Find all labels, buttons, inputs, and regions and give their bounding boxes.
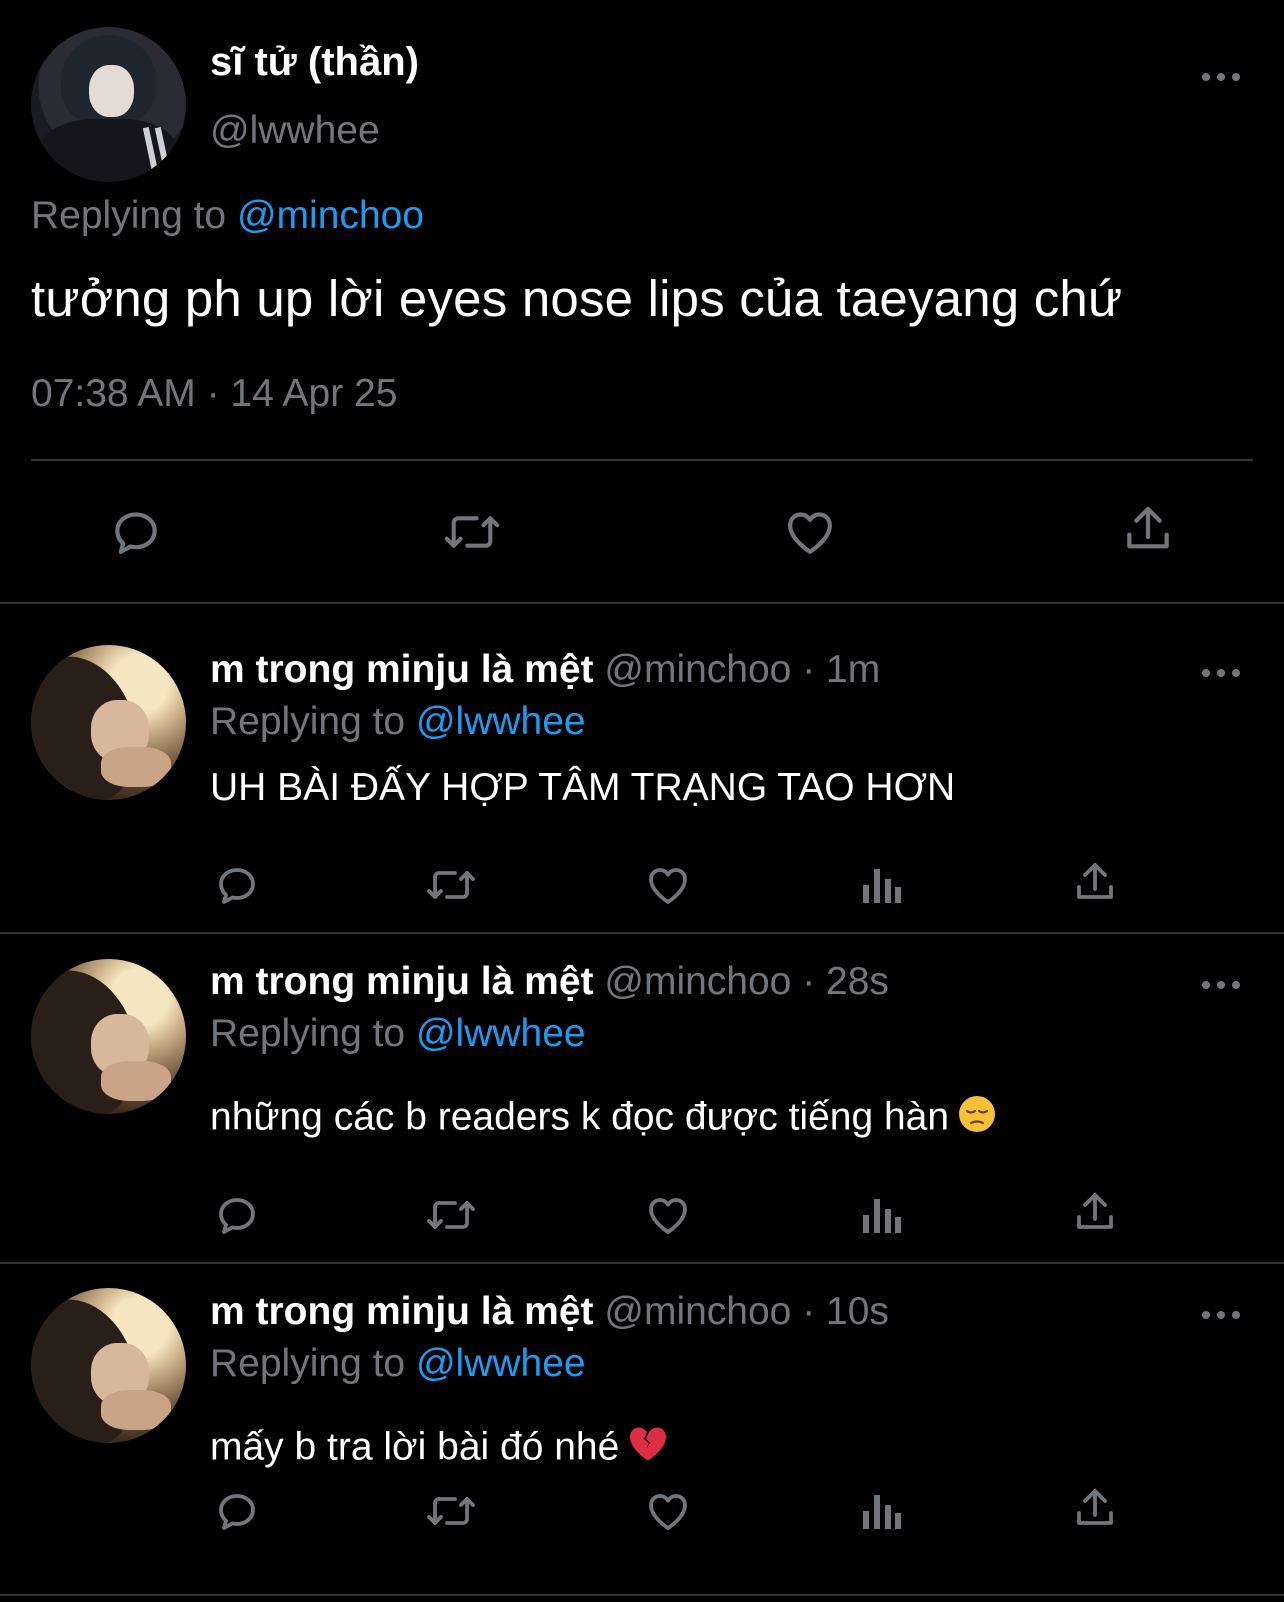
reply-icon[interactable]	[212, 1190, 262, 1240]
reply-icon[interactable]	[106, 502, 166, 562]
tweet-timestamp[interactable]: 07:38 AM · 14 Apr 25	[31, 372, 397, 416]
tweet-text: mấy b tra lời bài đó nhé	[210, 1424, 667, 1474]
share-icon[interactable]	[1070, 858, 1120, 908]
more-options-icon[interactable]	[1197, 658, 1245, 688]
more-options-icon[interactable]	[1197, 1300, 1245, 1330]
share-icon[interactable]	[1118, 500, 1178, 560]
more-options-icon[interactable]	[1197, 62, 1245, 92]
author-meta: @minchoo · 28s	[604, 960, 889, 1003]
reply-tweet[interactable]: m trong minju là mệt @minchoo · 28s Repl…	[0, 934, 1284, 1264]
avatar[interactable]	[31, 645, 186, 800]
author-name[interactable]: m trong minju là mệt	[210, 648, 594, 691]
reply-tweet[interactable]: m trong minju là mệt @minchoo · 1m Reply…	[0, 604, 1284, 934]
author-name[interactable]: m trong minju là mệt	[210, 960, 594, 1003]
pensive-face-emoji	[957, 1094, 997, 1144]
more-options-icon[interactable]	[1197, 970, 1245, 1000]
mention-link[interactable]: @lwwhee	[416, 700, 586, 743]
main-tweet: sĩ tử (thần) @lwwhee Replying to @mincho…	[0, 0, 1284, 604]
reply-header: m trong minju là mệt @minchoo · 28s	[210, 960, 889, 1004]
analytics-icon[interactable]	[858, 1486, 904, 1536]
author-name[interactable]: sĩ tử (thần)	[210, 40, 419, 85]
reply-icon[interactable]	[212, 1486, 262, 1536]
tweet-text: những các b readers k đọc được tiếng hàn	[210, 1094, 997, 1144]
replying-prefix: Replying to	[210, 1342, 406, 1385]
tweet-thread: sĩ tử (thần) @lwwhee Replying to @mincho…	[0, 0, 1284, 1602]
like-icon[interactable]	[642, 1486, 694, 1536]
reply-tweet[interactable]: m trong minju là mệt @minchoo · 10s Repl…	[0, 1264, 1284, 1602]
retweet-icon[interactable]	[422, 1486, 480, 1536]
reply-icon[interactable]	[212, 860, 262, 910]
retweet-icon[interactable]	[422, 1190, 480, 1240]
retweet-icon[interactable]	[422, 860, 480, 910]
replying-prefix: Replying to	[210, 700, 406, 743]
like-icon[interactable]	[642, 860, 694, 910]
avatar[interactable]	[31, 27, 186, 182]
reply-header: m trong minju là mệt @minchoo · 1m	[210, 648, 880, 692]
author-name[interactable]: m trong minju là mệt	[210, 1290, 594, 1333]
replying-to: Replying to @minchoo	[31, 194, 424, 238]
author-handle[interactable]: @lwwhee	[210, 109, 380, 153]
analytics-icon[interactable]	[858, 1190, 904, 1240]
author-meta: @minchoo · 1m	[604, 648, 881, 691]
reply-header: m trong minju là mệt @minchoo · 10s	[210, 1290, 889, 1334]
like-icon[interactable]	[779, 502, 841, 562]
mention-link[interactable]: @lwwhee	[416, 1342, 586, 1385]
tweet-text-body: mấy b tra lời bài đó nhé	[210, 1425, 620, 1469]
author-meta: @minchoo · 10s	[604, 1290, 889, 1333]
like-icon[interactable]	[642, 1190, 694, 1240]
avatar[interactable]	[31, 959, 186, 1114]
broken-heart-emoji	[627, 1424, 667, 1474]
analytics-icon[interactable]	[858, 860, 904, 910]
mention-link[interactable]: @lwwhee	[416, 1012, 586, 1055]
tweet-text: UH BÀI ĐẤY HỢP TÂM TRẠNG TAO HƠN	[210, 766, 956, 809]
replying-prefix: Replying to	[31, 194, 227, 237]
mention-link[interactable]: @minchoo	[237, 194, 424, 237]
divider	[0, 1594, 1284, 1596]
share-icon[interactable]	[1070, 1188, 1120, 1238]
replying-to: Replying to @lwwhee	[210, 700, 586, 744]
replying-to: Replying to @lwwhee	[210, 1342, 586, 1386]
retweet-icon[interactable]	[438, 502, 506, 562]
share-icon[interactable]	[1070, 1484, 1120, 1534]
tweet-text: tưởng ph up lời eyes nose lips của taeya…	[31, 270, 1123, 327]
divider	[31, 459, 1253, 461]
replying-to: Replying to @lwwhee	[210, 1012, 586, 1056]
replying-prefix: Replying to	[210, 1012, 406, 1055]
avatar[interactable]	[31, 1288, 186, 1443]
tweet-text-body: những các b readers k đọc được tiếng hàn	[210, 1095, 950, 1139]
